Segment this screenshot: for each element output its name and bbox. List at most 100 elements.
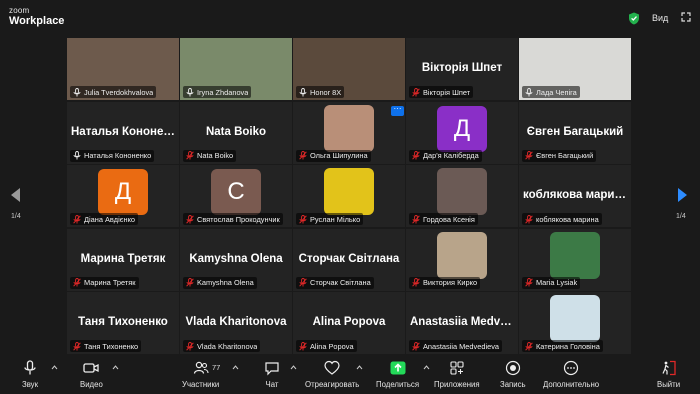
- muted-microphone-icon: [412, 214, 420, 224]
- video-button[interactable]: Видео: [80, 360, 103, 389]
- leave-button[interactable]: Выйти: [657, 360, 680, 389]
- participant-name: Виктория Кирко: [423, 278, 478, 287]
- participant-name-tag: Julia Tverdokhvalova: [70, 86, 157, 98]
- participant-name: Гордова Ксенія: [423, 214, 475, 224]
- participants-count: 77: [212, 363, 221, 372]
- muted-microphone-icon: [412, 151, 420, 160]
- next-page-arrow-icon[interactable]: [676, 188, 688, 202]
- participant-name-tag: Гордова Ксенія: [409, 213, 478, 225]
- more-button[interactable]: Дополнительно: [543, 360, 599, 389]
- participant-tile[interactable]: Vlada Kharitonova Vlada Kharitonova: [180, 292, 292, 354]
- participant-tile[interactable]: коблякова марина коблякова марина: [519, 165, 631, 227]
- react-button[interactable]: Отреагировать: [305, 360, 359, 389]
- participant-name: Марина Третяк: [84, 278, 136, 287]
- participant-tile[interactable]: Honor 8X: [293, 38, 405, 100]
- muted-microphone-icon: [186, 214, 194, 224]
- participants-options-chevron-icon[interactable]: [232, 364, 239, 371]
- participant-tile[interactable]: Anastasiia Medvedieva Anastasiia Medvedie…: [406, 292, 518, 354]
- page-indicator-left: 1/4: [11, 213, 21, 220]
- participant-tile[interactable]: Гордова Ксенія: [406, 165, 518, 227]
- participant-tile[interactable]: Julia Tverdokhvalova: [67, 38, 179, 100]
- view-button[interactable]: Вид: [628, 10, 668, 26]
- heart-icon: [324, 360, 340, 375]
- gallery-grid: Julia Tverdokhvalova Iryna Zhdanova Honor …: [67, 38, 631, 354]
- audio-button[interactable]: Звук: [22, 360, 38, 389]
- participant-name: Таня Тихоненко: [84, 341, 139, 351]
- participant-tile[interactable]: Д Діана Авдієнко: [67, 165, 179, 227]
- react-options-chevron-icon[interactable]: [356, 364, 363, 371]
- participant-tile[interactable]: Наталья Кононенко Наталья Кононенко: [67, 101, 179, 164]
- microphone-icon: [299, 87, 307, 96]
- participant-tile[interactable]: Kamyshna Olena Kamyshna Olena: [180, 228, 292, 291]
- participant-name: Святослав Прокодунчик: [197, 214, 280, 224]
- participant-tile[interactable]: Марина Третяк Марина Третяк: [67, 228, 179, 291]
- participant-name-tag: Сторчак Світлана: [296, 276, 374, 289]
- react-label: Отреагировать: [305, 380, 360, 389]
- participant-tile[interactable]: Alina Popova Alina Popova: [293, 292, 405, 354]
- muted-microphone-icon: [186, 278, 194, 287]
- participant-name: Лада Чепіга: [536, 87, 577, 97]
- participant-profile-photo: [324, 168, 374, 215]
- chat-button[interactable]: Чат: [264, 360, 280, 389]
- participant-name: Anastasiia Medvedieva: [423, 341, 500, 351]
- participant-display-name: Nata Boiko: [205, 125, 267, 138]
- participant-tile[interactable]: Катерина Головіна: [519, 292, 631, 354]
- apps-button[interactable]: Приложения: [434, 360, 480, 389]
- participant-tile[interactable]: Євген Багацький Євген Багацький: [519, 101, 631, 164]
- apps-icon: [450, 361, 464, 375]
- share-options-chevron-icon[interactable]: [423, 364, 430, 371]
- share-screen-button[interactable]: Поделиться: [376, 360, 419, 389]
- participant-tile[interactable]: Ольга Шипулина: [293, 101, 405, 164]
- participant-name: Руслан Мілько: [310, 214, 361, 224]
- audio-options-chevron-icon[interactable]: [51, 364, 58, 371]
- participant-name-tag: Anastasiia Medvedieva: [409, 340, 503, 352]
- leave-label: Выйти: [657, 380, 681, 389]
- participant-tile[interactable]: Сторчак Світлана Сторчак Світлана: [293, 228, 405, 291]
- more-label: Дополнительно: [543, 380, 600, 389]
- participant-name: Сторчак Світлана: [310, 278, 371, 287]
- video-camera-icon: [83, 363, 100, 373]
- chat-bubble-icon: [265, 362, 279, 376]
- participant-tile[interactable]: Iryna Zhdanova: [180, 38, 292, 100]
- prev-page-arrow-icon[interactable]: [10, 188, 22, 202]
- participant-name-tag: Святослав Прокодунчик: [183, 213, 283, 225]
- chat-options-chevron-icon[interactable]: [290, 364, 297, 371]
- muted-microphone-icon: [525, 151, 533, 160]
- participant-name: Ольга Шипулина: [310, 151, 368, 160]
- participant-tile[interactable]: Nata Boiko Nata Boiko: [180, 101, 292, 164]
- participant-tile[interactable]: Виктория Кирко: [406, 228, 518, 291]
- muted-microphone-icon: [186, 151, 194, 160]
- participant-tile[interactable]: Таня Тихоненко Таня Тихоненко: [67, 292, 179, 354]
- participant-profile-photo: [324, 104, 374, 152]
- participant-tile[interactable]: С Святослав Прокодунчик: [180, 165, 292, 227]
- participant-name: Діана Авдієнко: [84, 214, 136, 224]
- muted-microphone-icon: [412, 87, 420, 97]
- participant-display-name: Таня Тихоненко: [78, 316, 168, 328]
- participant-name: коблякова марина: [536, 214, 599, 224]
- participant-tile[interactable]: Вікторія Шпет Вікторія Шпет: [406, 38, 518, 100]
- participant-name: Катерина Головіна: [536, 341, 600, 351]
- participant-name-tag: Iryna Zhdanova: [183, 86, 252, 98]
- participant-name-tag: Nata Boiko: [183, 149, 237, 162]
- participant-tile[interactable]: Лада Чепіга: [519, 38, 631, 100]
- audio-label: Звук: [22, 380, 38, 389]
- participant-name-tag: Vlada Kharitonova: [183, 340, 261, 352]
- muted-microphone-icon: [73, 278, 81, 287]
- video-options-chevron-icon[interactable]: [112, 364, 119, 371]
- participant-tile[interactable]: Руслан Мілько: [293, 165, 405, 227]
- microphone-icon: [73, 87, 81, 96]
- participant-name: Honor 8X: [310, 87, 342, 97]
- participant-tile[interactable]: Maria Lysiak: [519, 228, 631, 291]
- security-shield-icon: [629, 12, 639, 24]
- fullscreen-icon[interactable]: [681, 12, 691, 22]
- participant-display-name: Марина Третяк: [80, 252, 166, 265]
- video-label: Видео: [80, 380, 103, 389]
- participant-name-tag: коблякова марина: [522, 213, 602, 225]
- participant-tile[interactable]: Д Дар'я Каліберда: [406, 101, 518, 164]
- record-button[interactable]: Запись: [500, 360, 526, 389]
- muted-microphone-icon: [299, 341, 307, 351]
- participants-label: Участники: [182, 380, 220, 389]
- tile-more-options-button[interactable]: ···: [391, 105, 404, 116]
- participant-display-name: Вікторія Шпет: [421, 62, 503, 74]
- muted-microphone-icon: [73, 341, 81, 351]
